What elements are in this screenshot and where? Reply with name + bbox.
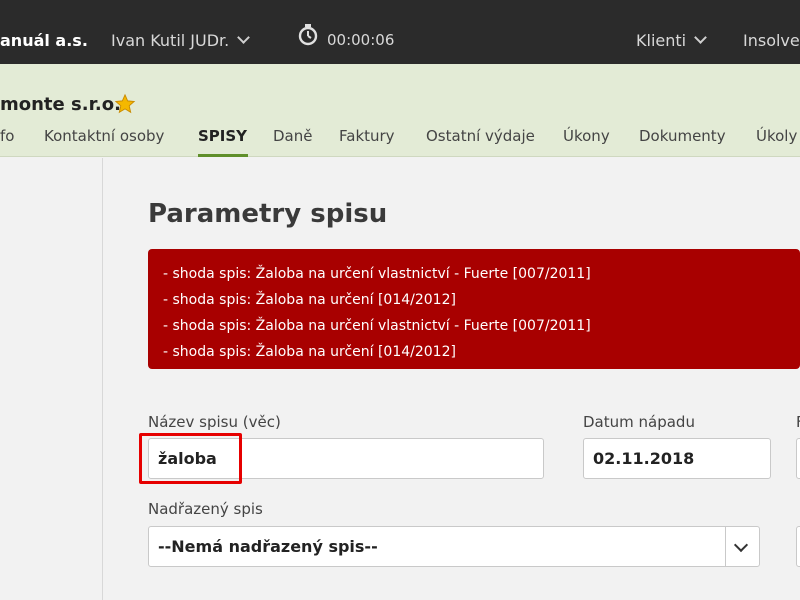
user-menu[interactable]: Ivan Kutil JUDr. (111, 31, 251, 50)
parent-case-value: --Nemá nadřazený spis-- (158, 537, 378, 556)
active-tab-indicator (198, 154, 248, 157)
alert-item: - shoda spis: Žaloba na určení vlastnict… (163, 318, 591, 334)
left-sidebar (0, 158, 103, 600)
parent-case-label: Nadřazený spis (148, 500, 263, 518)
insolvence-menu[interactable]: Insolve (743, 31, 800, 50)
chevron-down-icon (694, 31, 707, 44)
clients-menu[interactable]: Klienti (636, 31, 707, 50)
tab-info[interactable]: fo (0, 127, 14, 145)
date-label: Datum nápadu (583, 413, 695, 431)
next-field-input[interactable] (796, 438, 800, 479)
highlight-box (139, 433, 242, 484)
chevron-down-icon (237, 31, 251, 44)
client-name: monte s.r.o. (0, 94, 121, 115)
firm-name[interactable]: anuál a.s. (0, 31, 88, 50)
tab-faktury[interactable]: Faktury (339, 127, 395, 145)
next-select[interactable] (796, 526, 800, 567)
alert-item: - shoda spis: Žaloba na určení [014/2012… (163, 292, 456, 308)
tab-ukoly[interactable]: Úkoly (756, 127, 797, 145)
timer-readout: 00:00:06 (327, 31, 395, 49)
tab-dokumenty[interactable]: Dokumenty (639, 127, 726, 145)
stopwatch-icon[interactable] (297, 24, 319, 46)
tab-spisy[interactable]: SPISY (198, 127, 247, 145)
top-bar: anuál a.s. Ivan Kutil JUDr. 00:00:06 Kli… (0, 0, 800, 64)
next-field-label: F (796, 413, 800, 431)
tab-dane[interactable]: Daně (273, 127, 312, 145)
chevron-down-icon[interactable] (733, 537, 749, 553)
duplicate-alert: - shoda spis: Žaloba na určení vlastnict… (148, 249, 800, 369)
user-name: Ivan Kutil JUDr. (111, 31, 230, 50)
client-header: monte s.r.o. fo Kontaktní osoby SPISY Da… (0, 64, 800, 157)
select-divider (725, 527, 726, 566)
star-icon[interactable] (114, 93, 136, 115)
tab-ukony[interactable]: Úkony (563, 127, 610, 145)
page-title: Parametry spisu (148, 199, 388, 229)
date-input[interactable]: 02.11.2018 (583, 438, 771, 479)
alert-item: - shoda spis: Žaloba na určení [014/2012… (163, 344, 456, 360)
parent-case-select[interactable]: --Nemá nadřazený spis-- (148, 526, 760, 567)
clients-label: Klienti (636, 31, 687, 50)
case-name-label: Název spisu (věc) (148, 413, 281, 431)
alert-item: - shoda spis: Žaloba na určení vlastnict… (163, 266, 591, 282)
tab-ostatni-vydaje[interactable]: Ostatní výdaje (426, 127, 535, 145)
tab-kontaktni-osoby[interactable]: Kontaktní osoby (44, 127, 164, 145)
